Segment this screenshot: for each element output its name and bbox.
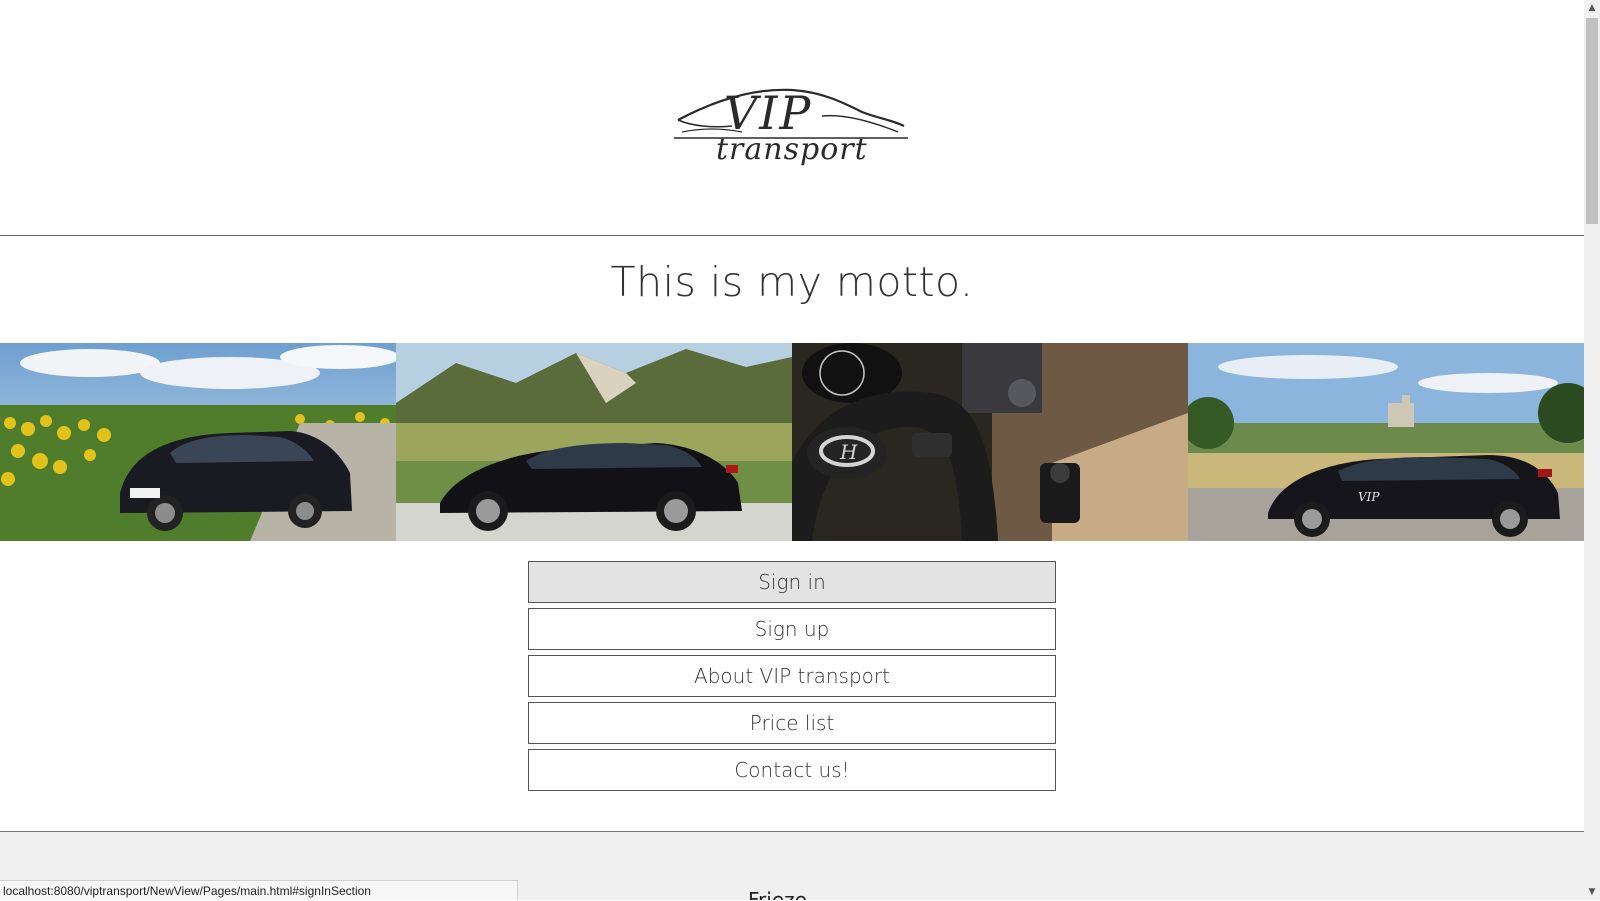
footer-heading-text: Frieze to: [748, 890, 818, 900]
scroll-down-arrow-icon[interactable]: ▼: [1584, 884, 1600, 900]
header-divider: [0, 235, 1584, 236]
main-menu: Sign in Sign up About VIP transport Pric…: [528, 561, 1056, 796]
price-list-button[interactable]: Price list: [528, 702, 1056, 744]
car-castle-landscape-photo: VIP: [1188, 343, 1584, 541]
car-steering-wheel-interior-photo: H: [792, 343, 1188, 541]
sign-up-button[interactable]: Sign up: [528, 608, 1056, 650]
sign-in-button[interactable]: Sign in: [528, 561, 1056, 603]
about-button[interactable]: About VIP transport: [528, 655, 1056, 697]
scroll-up-arrow-icon[interactable]: ▲: [1584, 0, 1600, 16]
car-mountain-road-photo: [396, 343, 792, 541]
logo-text-transport: transport: [716, 132, 868, 167]
vertical-scrollbar[interactable]: ▲ ▼: [1584, 0, 1600, 900]
footer-heading-peek: Frieze to: [748, 890, 818, 900]
photo-gallery: H VIP: [0, 343, 1584, 541]
svg-text:VIP: VIP: [1358, 490, 1380, 504]
car-sunflower-field-photo: [0, 343, 396, 541]
vip-transport-logo[interactable]: VIP transport: [672, 82, 912, 182]
page: VIP transport This is my motto. H VIP Si…: [0, 0, 1584, 900]
header: VIP transport: [0, 0, 1584, 236]
browser-status-bar: localhost:8080/viptransport/NewView/Page…: [0, 880, 518, 900]
svg-text:H: H: [839, 440, 858, 464]
scroll-thumb[interactable]: [1586, 18, 1598, 224]
motto-heading: This is my motto.: [610, 258, 974, 306]
contact-button[interactable]: Contact us!: [528, 749, 1056, 791]
